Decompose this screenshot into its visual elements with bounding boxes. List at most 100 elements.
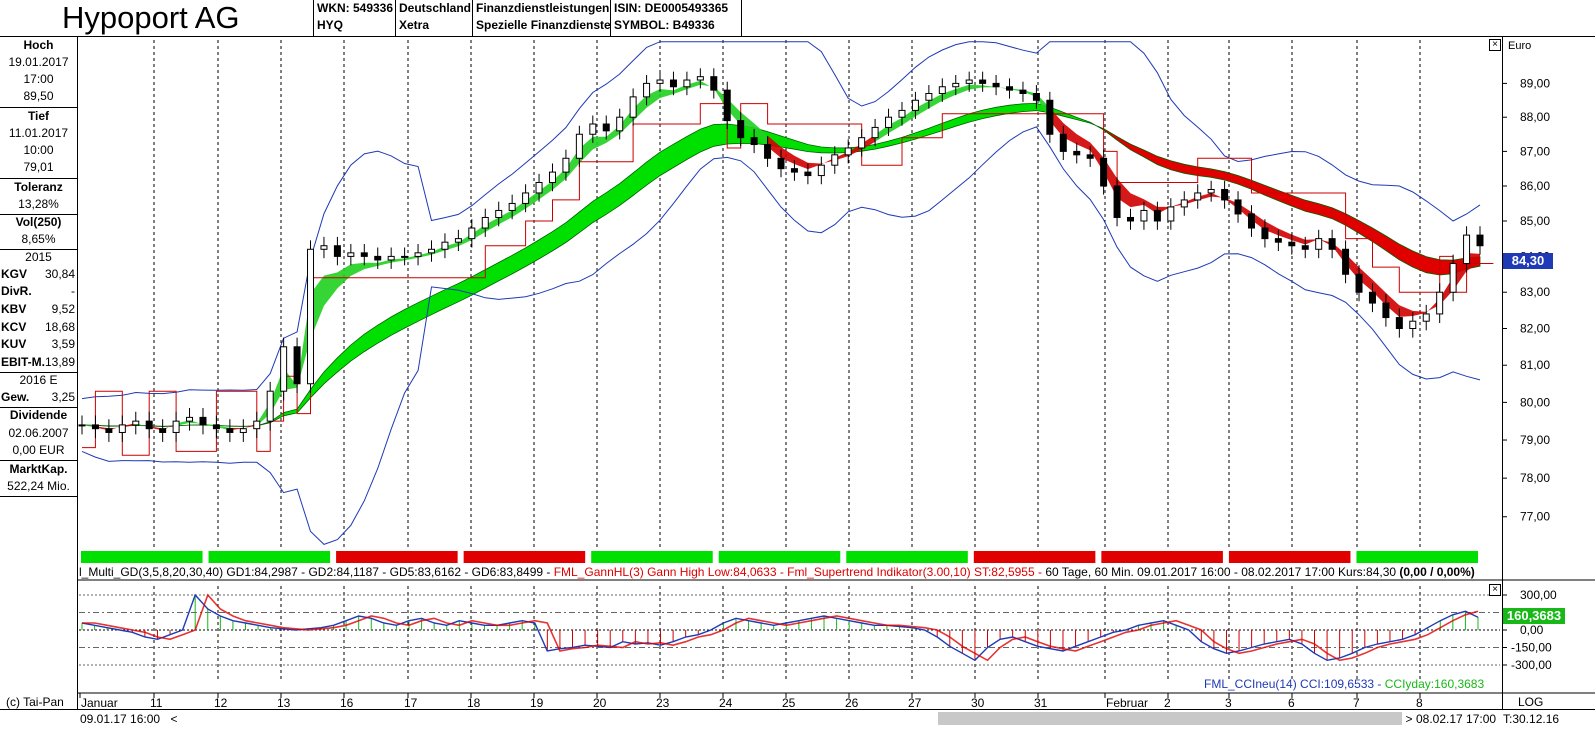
candle-body [575, 133, 583, 159]
gd-info: l_Multi_GD(3,5,8,20,30,40) GD1:84,2987 -… [79, 565, 554, 579]
candle-body [1194, 192, 1202, 201]
candle-body [885, 116, 893, 128]
candle-body [360, 252, 368, 257]
candle-body [78, 424, 86, 427]
cci-tick-label: 300,00 [1520, 588, 1557, 602]
candle-body [132, 420, 140, 426]
candle-body [1463, 234, 1471, 265]
candle-body [199, 416, 207, 426]
candle-body [1395, 317, 1403, 330]
trend-segment [718, 551, 841, 563]
candle-body [1127, 216, 1134, 222]
moving-average-bands [81, 80, 1481, 431]
close-icon[interactable]: × [1489, 584, 1501, 596]
candle-body [629, 96, 637, 118]
scale-label[interactable]: LOG [1518, 695, 1543, 709]
candle-body [656, 79, 664, 84]
trend-segment [973, 551, 1096, 563]
candle-body [737, 120, 745, 139]
candle-body [293, 346, 301, 385]
cci-axis: 300,00150,000,00-150,00-300,00 [1502, 588, 1557, 672]
cci-chart [79, 593, 1500, 666]
candle-body [683, 79, 691, 88]
candle-body [925, 92, 933, 101]
y-tick-label: 82,00 [1520, 322, 1550, 336]
candle-body [253, 420, 261, 430]
candle-body [226, 428, 234, 433]
price-chart: 77,0078,0079,0080,0081,0082,0083,0084,00… [77, 40, 1595, 710]
scroll-right-button[interactable]: > [1403, 712, 1415, 726]
candle-body [320, 245, 328, 250]
candle-body [1140, 209, 1148, 222]
candle-body [333, 245, 341, 257]
y-tick-label: 89,00 [1520, 76, 1550, 90]
candle-body [938, 86, 946, 94]
y-tick-label: 79,00 [1520, 433, 1550, 447]
candle-body [952, 82, 960, 88]
candle-body [750, 137, 758, 146]
candle-body [387, 255, 395, 261]
cci-yday-line [82, 593, 1479, 662]
scrollbar-thumb[interactable] [938, 712, 1402, 725]
trend-bar [81, 551, 1478, 563]
candle-body [696, 76, 704, 81]
candle-body [1207, 188, 1215, 194]
gann-info: FML_GannHL(3) Gann High Low:84,0633 - Fm… [553, 565, 1046, 579]
candle-body [616, 116, 624, 132]
trend-segment [1101, 551, 1223, 563]
candle-body [1221, 188, 1229, 201]
candle-body [1315, 238, 1323, 250]
trend-segment [846, 551, 968, 563]
y-tick-label: 85,00 [1520, 214, 1550, 228]
candle-body [454, 238, 462, 243]
candle-body [992, 82, 1000, 88]
fast-band-red [95, 423, 136, 431]
candle-body [481, 216, 489, 229]
candle-body [1019, 89, 1027, 94]
candle-body [1261, 227, 1269, 240]
candle-body [858, 137, 866, 149]
end-date: 08.02.17 17:00 [1416, 712, 1497, 726]
candle-body [602, 123, 610, 132]
trend-segment [463, 551, 586, 563]
candle-body [522, 192, 530, 204]
candle-body [495, 209, 503, 218]
candle-body [1476, 234, 1484, 247]
candle-body [1368, 291, 1376, 304]
candle-body [1086, 154, 1094, 159]
close-icon[interactable]: × [1489, 39, 1501, 51]
start-date: 09.01.17 16:00 [80, 712, 161, 726]
candle-body [428, 248, 435, 254]
candle-body [145, 420, 153, 430]
candle-body [414, 252, 422, 257]
candle-body [307, 248, 315, 385]
cci-legend-text: FML_CCIneu(14) CCI:109,6533 - [1204, 677, 1385, 691]
candle-body [91, 424, 99, 430]
period-info: 60 Tage, 60 Min. 09.01.2017 16:00 - 08.0… [1045, 565, 1400, 579]
cci-tick-label: -300,00 [1511, 658, 1552, 672]
cci-legend: FML_CCIneu(14) CCI:109,6533 - CCIyday:16… [1204, 677, 1484, 691]
candle-body [1059, 133, 1067, 152]
trend-segment [591, 551, 713, 563]
copyright: (c) Tai-Pan [6, 695, 64, 709]
y-tick-label: 83,00 [1520, 285, 1550, 299]
time-label: T:30.12.16 [1503, 712, 1560, 726]
ma-band-green [269, 102, 1104, 424]
y-tick-label: 80,00 [1520, 395, 1550, 409]
candle-body [401, 255, 409, 258]
candle-body [871, 126, 879, 139]
indicator-info: l_Multi_GD(3,5,8,20,30,40) GD1:84,2987 -… [79, 565, 1475, 579]
y-tick-label: 78,00 [1520, 471, 1550, 485]
candle-body [643, 82, 651, 98]
candle-body [508, 202, 516, 211]
candle-body [1436, 291, 1444, 315]
price-axis: 77,0078,0079,0080,0081,0082,0083,0084,00… [1502, 76, 1550, 524]
change-info: (0,00 / 0,00%) [1399, 565, 1475, 579]
bollinger-upper [81, 41, 1481, 400]
scroll-left-button[interactable]: < [168, 712, 180, 726]
candle-body [1247, 213, 1255, 229]
candle-body [1180, 199, 1188, 208]
candle-body [1100, 157, 1108, 187]
candle-body [1328, 238, 1336, 250]
candle-body [105, 428, 113, 433]
